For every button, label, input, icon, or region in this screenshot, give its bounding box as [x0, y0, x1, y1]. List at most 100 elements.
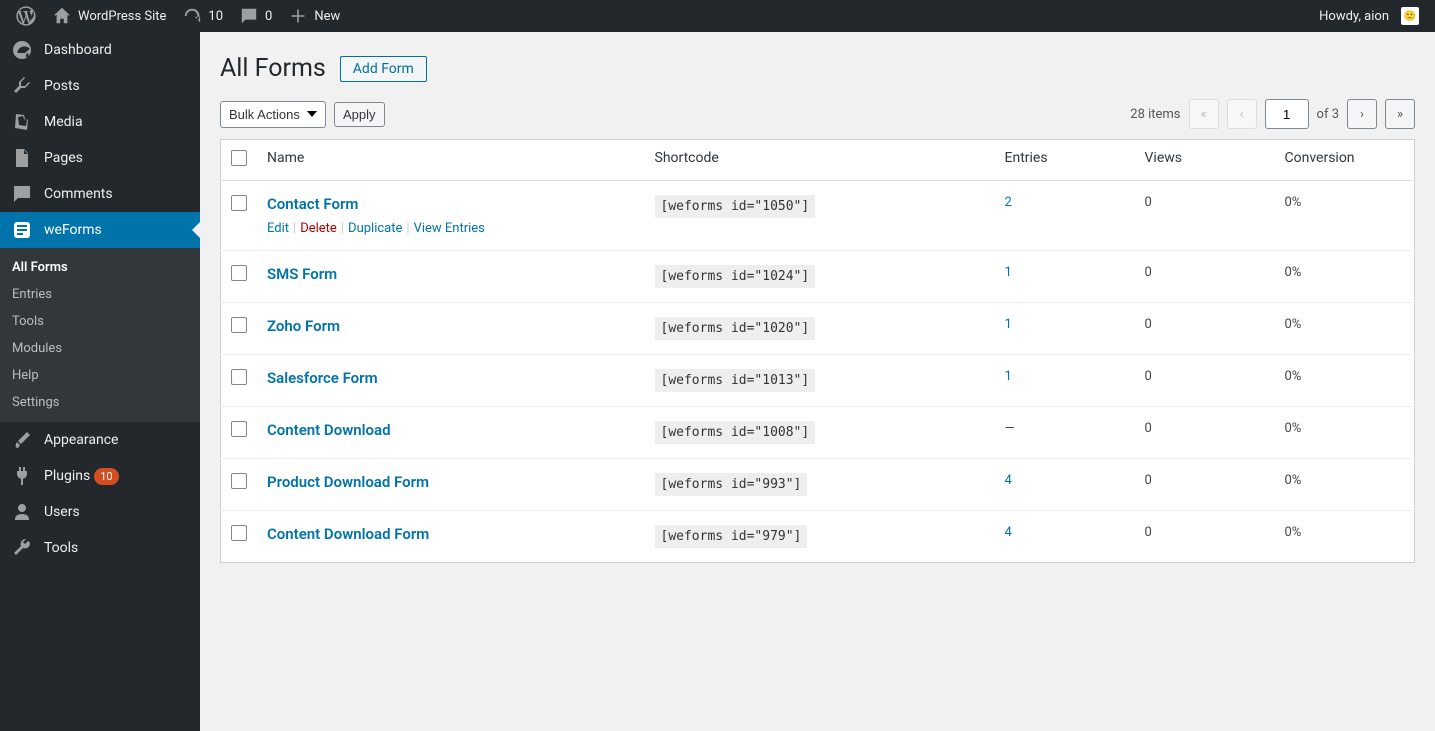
submenu-tools[interactable]: Tools	[0, 308, 200, 335]
row-checkbox[interactable]	[231, 473, 247, 489]
menu-users[interactable]: Users	[0, 494, 200, 530]
form-name-link[interactable]: Contact Form	[267, 195, 358, 213]
menu-plugins[interactable]: Plugins10	[0, 458, 200, 494]
shortcode[interactable]: [weforms id="993"]	[655, 473, 808, 496]
col-name[interactable]: Name	[257, 140, 645, 181]
current-page-input[interactable]	[1265, 99, 1309, 129]
menu-appearance[interactable]: Appearance	[0, 422, 200, 458]
row-actions: Edit|Delete|Duplicate|View Entries	[267, 221, 635, 236]
next-page-button[interactable]: ›	[1347, 99, 1377, 129]
conversion-cell: 0%	[1275, 407, 1415, 459]
site-name-link[interactable]: WordPress Site	[44, 0, 174, 32]
prev-page-button: ‹	[1227, 99, 1257, 129]
table-row: Contact Form Edit|Delete|Duplicate|View E…	[221, 181, 1415, 251]
entries-link[interactable]: 1	[1005, 369, 1012, 384]
table-row: Product Download Form [weforms id="993"] 4…	[221, 459, 1415, 511]
first-page-button: «	[1189, 99, 1219, 129]
shortcode[interactable]: [weforms id="1020"]	[655, 317, 816, 340]
conversion-cell: 0%	[1275, 181, 1415, 251]
dashboard-icon	[12, 40, 32, 60]
form-name-link[interactable]: SMS Form	[267, 265, 337, 283]
row-checkbox[interactable]	[231, 265, 247, 281]
menu-weforms[interactable]: weForms	[0, 212, 200, 248]
menu-label: Comments	[44, 186, 113, 202]
my-account[interactable]: Howdy, aion 🙂	[1311, 0, 1427, 32]
menu-comments[interactable]: Comments	[0, 176, 200, 212]
view-entries-link[interactable]: View Entries	[414, 221, 485, 236]
menu-label: Dashboard	[44, 42, 112, 58]
form-name-link[interactable]: Zoho Form	[267, 317, 340, 335]
row-checkbox[interactable]	[231, 369, 247, 385]
menu-label: Posts	[44, 78, 80, 94]
table-row: Salesforce Form[weforms id="1013"]100%	[221, 355, 1415, 407]
update-count: 10	[208, 9, 223, 24]
items-count: 28 items	[1130, 107, 1180, 122]
menu-pages[interactable]: Pages	[0, 140, 200, 176]
submenu-settings[interactable]: Settings	[0, 389, 200, 416]
form-name-link[interactable]: Content Download	[267, 421, 391, 439]
new-label: New	[314, 9, 340, 24]
new-content-link[interactable]: New	[280, 0, 348, 32]
conversion-cell: 0%	[1275, 251, 1415, 303]
menu-label: Pages	[44, 150, 83, 166]
menu-label: Appearance	[44, 432, 118, 448]
menu-posts[interactable]: Posts	[0, 68, 200, 104]
updates-link[interactable]: 10	[174, 0, 231, 32]
row-checkbox[interactable]	[231, 317, 247, 333]
comments-link[interactable]: 0	[231, 0, 280, 32]
submenu-entries[interactable]: Entries	[0, 281, 200, 308]
form-name-link[interactable]: Product Download Form	[267, 473, 429, 491]
row-checkbox[interactable]	[231, 195, 247, 211]
form-name-link[interactable]: Salesforce Form	[267, 369, 378, 387]
entries-link[interactable]: 4	[1005, 525, 1012, 540]
menu-label: Tools	[44, 540, 78, 556]
last-page-button[interactable]: »	[1385, 99, 1415, 129]
plug-icon	[12, 466, 32, 486]
col-entries[interactable]: Entries	[995, 140, 1135, 181]
shortcode[interactable]: [weforms id="1013"]	[655, 369, 816, 392]
entries-link[interactable]: 1	[1005, 317, 1012, 332]
row-checkbox[interactable]	[231, 525, 247, 541]
brush-icon	[12, 430, 32, 450]
submenu-all-forms[interactable]: All Forms	[0, 254, 200, 281]
views-cell: 0	[1135, 407, 1275, 459]
media-icon	[12, 112, 32, 132]
entries-dash: —	[1005, 421, 1015, 436]
form-name-link[interactable]: Content Download Form	[267, 525, 429, 543]
edit-link[interactable]: Edit	[267, 221, 289, 236]
submenu-help[interactable]: Help	[0, 362, 200, 389]
table-row: Content Download [weforms id="1008"] — 00%	[221, 407, 1415, 459]
conversion-cell: 0%	[1275, 459, 1415, 511]
wrench-icon	[12, 538, 32, 558]
shortcode[interactable]: [weforms id="1050"]	[655, 195, 816, 218]
user-icon	[12, 502, 32, 522]
entries-link[interactable]: 1	[1005, 265, 1012, 280]
menu-dashboard[interactable]: Dashboard	[0, 32, 200, 68]
apply-button[interactable]: Apply	[334, 102, 385, 127]
duplicate-link[interactable]: Duplicate	[348, 221, 402, 236]
admin-sidebar: Dashboard Posts Media Pages Comments weForms A…	[0, 32, 200, 731]
site-name: WordPress Site	[78, 9, 166, 24]
shortcode[interactable]: [weforms id="1008"]	[655, 421, 816, 444]
bulk-actions-select[interactable]: Bulk Actions	[220, 101, 326, 128]
wp-logo[interactable]	[8, 0, 44, 32]
delete-link[interactable]: Delete	[300, 221, 337, 236]
add-form-button[interactable]: Add Form	[340, 56, 427, 82]
entries-link[interactable]: 2	[1005, 195, 1012, 210]
col-conversion[interactable]: Conversion	[1275, 140, 1415, 181]
row-checkbox[interactable]	[231, 421, 247, 437]
shortcode[interactable]: [weforms id="1024"]	[655, 265, 816, 288]
submenu-modules[interactable]: Modules	[0, 335, 200, 362]
shortcode[interactable]: [weforms id="979"]	[655, 525, 808, 548]
entries-link[interactable]: 4	[1005, 473, 1012, 488]
forms-table: Name Shortcode Entries Views Conversion …	[220, 139, 1415, 563]
page-title: All Forms	[220, 54, 326, 83]
avatar: 🙂	[1401, 7, 1419, 25]
select-all-checkbox[interactable]	[231, 150, 247, 166]
col-views[interactable]: Views	[1135, 140, 1275, 181]
menu-media[interactable]: Media	[0, 104, 200, 140]
page-icon	[12, 148, 32, 168]
menu-label: Plugins	[44, 468, 90, 484]
menu-tools[interactable]: Tools	[0, 530, 200, 566]
views-cell: 0	[1135, 511, 1275, 563]
